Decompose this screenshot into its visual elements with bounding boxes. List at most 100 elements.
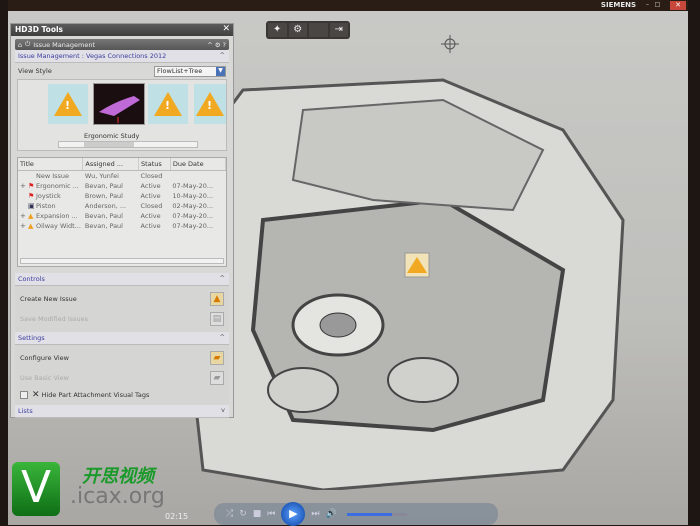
shuffle-icon[interactable]: ⤮: [226, 509, 233, 519]
status-cell: Closed: [140, 202, 163, 210]
expand-icon[interactable]: +: [20, 222, 28, 230]
table-row[interactable]: New Issue Wu, Yunfei Closed: [18, 171, 226, 182]
table-row[interactable]: ⚑ Joystick Brown, Paul Active 10-May-20..…: [18, 191, 226, 201]
status-cell: Active: [140, 192, 161, 200]
assigned-cell: Brown, Paul: [84, 192, 123, 200]
expand-icon[interactable]: +: [20, 212, 28, 220]
basic-view-icon: ▰: [210, 371, 224, 385]
title-cell: + ▲ Oilway Widt...: [18, 221, 83, 231]
issue-thumbnail[interactable]: [194, 84, 226, 124]
view-style-select[interactable]: FlowList+Tree ▼: [154, 65, 226, 77]
color-icon[interactable]: ✦: [268, 23, 287, 37]
x-icon: ✕: [32, 390, 40, 400]
blank-tool[interactable]: [309, 23, 328, 37]
warning-icon: [154, 92, 182, 116]
ergonomic-study-image: [99, 96, 140, 123]
status-cell: Active: [140, 222, 161, 230]
table-row[interactable]: + ▲ Expansion ... Bevan, Paul Active 07-Ma…: [18, 211, 226, 221]
table-scrollbar[interactable]: [20, 258, 224, 264]
chevron-down-icon[interactable]: v: [221, 406, 225, 414]
gear-icon[interactable]: ⚙: [288, 23, 307, 37]
issue-title: Joystick: [36, 192, 61, 200]
thumbnail-caption: Ergonomic Study: [84, 132, 140, 140]
exit-icon[interactable]: ⇥: [329, 23, 348, 37]
minimize-button[interactable]: –: [643, 1, 652, 9]
configure-view-label: Configure View: [20, 354, 69, 362]
stop-icon[interactable]: ■: [253, 509, 262, 519]
column-due-date[interactable]: Due Date: [170, 158, 227, 171]
3d-model-viewport[interactable]: [183, 70, 688, 490]
issue-thumbnail[interactable]: [48, 84, 88, 124]
settings-icon[interactable]: ⚙: [215, 41, 221, 49]
table-row[interactable]: ▣Piston Anderson, ... Closed 02-May-20..…: [18, 201, 226, 211]
column-status[interactable]: Status: [138, 158, 171, 171]
issue-title: Ergonomic ...: [36, 182, 79, 190]
chevron-up-icon[interactable]: ^: [220, 274, 225, 282]
volume-icon[interactable]: 🔊: [325, 509, 336, 519]
section-label: Issue Management : Vegas Connections 201…: [18, 52, 167, 60]
column-title[interactable]: Title: [18, 158, 84, 171]
section-label: Settings: [18, 334, 45, 342]
status-cell: Closed: [140, 172, 163, 180]
gallery-scrollbar[interactable]: [58, 141, 198, 148]
chevron-up-icon[interactable]: ^: [220, 333, 225, 341]
close-button[interactable]: ✕: [670, 1, 686, 10]
controls-section[interactable]: Controls ^: [15, 273, 229, 286]
settings-section[interactable]: Settings ^: [15, 332, 229, 345]
crosshair-icon: [441, 35, 459, 53]
volume-slider[interactable]: [346, 512, 407, 516]
controls-body: Create New Issue ▲ Save Modified Issues ▤: [15, 286, 229, 332]
chevron-down-icon[interactable]: ▼: [216, 66, 225, 76]
warning-icon: [196, 92, 224, 116]
hide-tags-checkbox[interactable]: [20, 391, 28, 399]
table-row[interactable]: + ▲ Oilway Widt... Bevan, Paul Active 07-M…: [18, 221, 226, 231]
home-icon[interactable]: ⌂: [18, 41, 22, 49]
assigned-cell: Bevan, Paul: [84, 182, 123, 190]
issue-management-section[interactable]: Issue Management : Vegas Connections 201…: [15, 50, 229, 63]
warning-icon: ▲: [28, 222, 34, 230]
hide-tags-label: Hide Part Attachment Visual Tags: [41, 391, 150, 399]
playback-time: 02:15: [165, 512, 189, 521]
repeat-icon[interactable]: ↻: [239, 509, 247, 519]
maximize-button[interactable]: □: [653, 1, 662, 9]
assigned-cell: Bevan, Paul: [84, 212, 123, 220]
issue-thumbnail[interactable]: [148, 84, 188, 124]
create-issue-icon[interactable]: ▲: [210, 292, 224, 306]
panel-title: HD3D Tools ✕: [11, 24, 233, 36]
back-icon[interactable]: ⏻: [25, 40, 30, 49]
column-assigned[interactable]: Assigned ...: [82, 158, 140, 171]
due-date-cell: 07-May-20...: [172, 222, 214, 230]
issues-table: Title Assigned ... Status Due Date New I…: [17, 157, 227, 267]
title-cell: + ▲ Expansion ...: [18, 211, 83, 221]
configure-view-row[interactable]: Configure View ▰: [18, 348, 226, 368]
due-date-cell: 07-May-20...: [172, 212, 214, 220]
settings-body: Configure View ▰ Use Basic View ▰ ✕ Hide Pa…: [15, 345, 229, 405]
next-icon[interactable]: ⏭: [311, 509, 319, 519]
title-cell: ⚑ Joystick: [18, 191, 83, 201]
save-issues-icon: ▤: [210, 312, 224, 326]
flag-icon: ⚑: [28, 182, 35, 190]
due-date-cell: 07-May-20...: [172, 182, 214, 190]
play-button[interactable]: ▶: [281, 502, 306, 526]
issue-thumbnail-selected[interactable]: [93, 83, 145, 125]
panel-close-button[interactable]: ✕: [222, 24, 230, 34]
view-toolbar: ✦ ⚙ ⇥: [266, 21, 350, 39]
warning-icon: ▲: [28, 212, 34, 220]
create-new-issue-row[interactable]: Create New Issue ▲: [18, 289, 226, 309]
up-icon[interactable]: ^: [207, 41, 212, 49]
flag-icon: ⚑: [28, 192, 35, 200]
chevron-up-icon[interactable]: ^: [220, 51, 225, 59]
configure-view-icon[interactable]: ▰: [210, 351, 224, 365]
help-icon[interactable]: ?: [223, 41, 226, 49]
expand-icon[interactable]: +: [20, 182, 28, 190]
hide-tags-row[interactable]: ✕ Hide Part Attachment Visual Tags: [18, 388, 226, 402]
warning-icon: [54, 92, 82, 116]
status-cell: Active: [140, 182, 161, 190]
media-player-controls: ⤮ ↻ ■ ⏮ ▶ ⏭ 🔊: [214, 502, 498, 526]
hd3d-tools-panel: HD3D Tools ✕ ⌂ ⏻ Issue Management ^ ⚙? Is…: [10, 23, 234, 418]
section-label: Controls: [18, 275, 45, 283]
table-row[interactable]: + ⚑ Ergonomic ... Bevan, Paul Active 07-Ma…: [18, 181, 226, 191]
view-style-row: View Style FlowList+Tree ▼: [15, 63, 229, 79]
previous-icon[interactable]: ⏮: [267, 509, 275, 519]
lists-section[interactable]: Lists v: [15, 405, 229, 418]
